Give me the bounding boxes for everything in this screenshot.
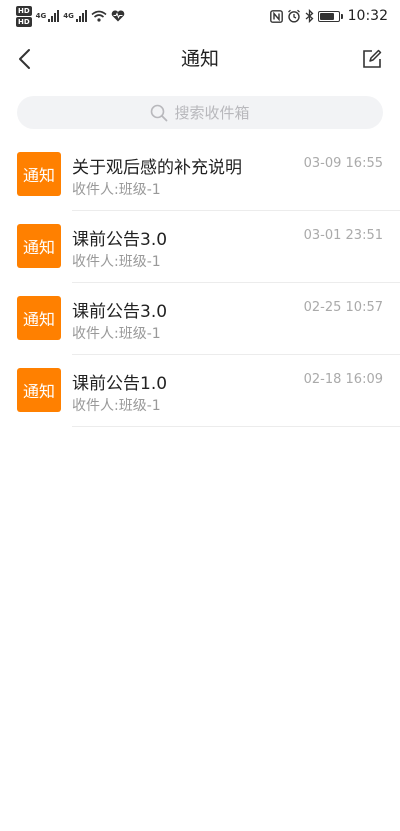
notice-item[interactable]: 通知 课前公告1.0 收件人:班级-1 02-18 16:09	[0, 355, 400, 427]
search-placeholder: 搜索收件箱	[174, 104, 250, 122]
notice-recipient: 收件人:班级-1	[72, 326, 161, 342]
status-time: 10:32	[347, 8, 388, 24]
notice-time: 02-25 10:57	[303, 300, 383, 315]
notice-badge: 通知	[17, 152, 61, 196]
chevron-left-icon	[19, 49, 30, 69]
notice-item[interactable]: 通知 课前公告3.0 收件人:班级-1 02-25 10:57	[0, 283, 400, 355]
notice-list: 通知 关于观后感的补充说明 收件人:班级-1 03-09 16:55 通知 课前…	[0, 139, 400, 427]
notice-badge: 通知	[17, 368, 61, 412]
compose-button[interactable]	[358, 45, 386, 73]
search-icon	[151, 104, 168, 121]
notice-item[interactable]: 通知 课前公告3.0 收件人:班级-1 03-01 23:51	[0, 211, 400, 283]
signal-icon	[48, 10, 60, 22]
notice-recipient: 收件人:班级-1	[72, 254, 161, 270]
hd-icon: HD	[16, 5, 32, 16]
battery-level-fill	[319, 12, 334, 20]
status-right: 10:32	[269, 8, 388, 24]
notice-title: 课前公告3.0	[72, 302, 168, 322]
notice-badge: 通知	[17, 224, 61, 268]
notice-title: 课前公告1.0	[72, 374, 168, 394]
notice-time: 03-09 16:55	[303, 156, 383, 171]
heart-rate-icon	[111, 10, 125, 22]
notice-recipient: 收件人:班级-1	[72, 182, 161, 198]
status-left: HD HD 4G 4G	[16, 5, 125, 27]
battery-icon	[317, 10, 343, 22]
hd-indicators: HD HD	[16, 5, 32, 27]
nfc-icon	[269, 9, 283, 23]
notice-badge: 通知	[17, 296, 61, 340]
notice-item[interactable]: 通知 关于观后感的补充说明 收件人:班级-1 03-09 16:55	[0, 139, 400, 211]
notice-title: 关于观后感的补充说明	[72, 158, 242, 178]
page-title: 通知	[180, 48, 219, 70]
notice-recipient: 收件人:班级-1	[72, 398, 161, 414]
bluetooth-icon	[305, 9, 314, 23]
hd-icon: HD	[16, 16, 32, 27]
signal-icon	[75, 10, 87, 22]
nav-bar: 通知	[0, 32, 400, 86]
notice-time: 02-18 16:09	[303, 372, 383, 387]
search-input[interactable]: 搜索收件箱	[17, 96, 383, 129]
wifi-icon	[91, 10, 107, 22]
network-type-label: 4G	[35, 11, 47, 20]
back-button[interactable]	[8, 43, 40, 75]
status-bar: HD HD 4G 4G 10:32	[0, 0, 400, 32]
alarm-icon	[287, 9, 300, 23]
notice-time: 03-01 23:51	[303, 228, 383, 243]
compose-icon	[363, 49, 382, 68]
divider	[72, 426, 400, 427]
notice-title: 课前公告3.0	[72, 230, 168, 250]
network-type-label: 4G	[63, 11, 74, 20]
